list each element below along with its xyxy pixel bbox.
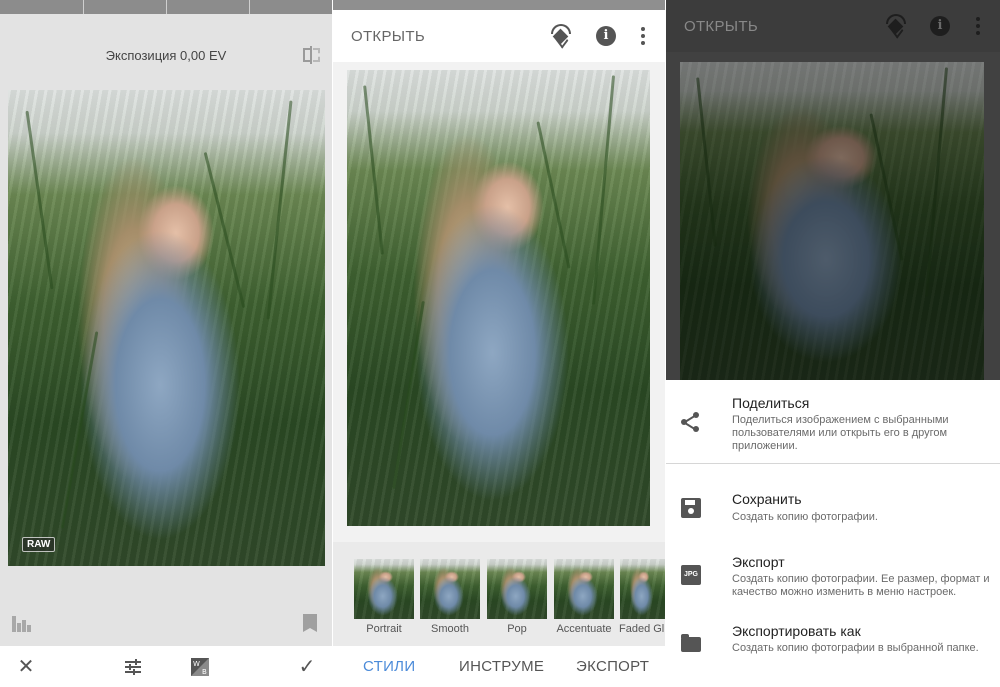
compare-icon[interactable] <box>301 46 321 64</box>
export-option[interactable]: JPG Экспорт Создать копию фотографии. Ее… <box>666 543 1000 603</box>
style-label: Smooth <box>431 623 469 635</box>
tab-styles[interactable]: СТИЛИ <box>363 658 415 675</box>
slider-tick <box>83 0 84 14</box>
export-description: Создать копию фотографии. Ее размер, фор… <box>732 573 990 598</box>
photo-preview[interactable]: RAW <box>8 90 325 566</box>
share-title: Поделиться <box>732 395 810 411</box>
save-title: Сохранить <box>732 491 802 507</box>
style-label: Pop <box>507 623 527 635</box>
divider <box>666 463 1000 464</box>
share-icon <box>681 412 701 432</box>
more-menu-icon[interactable] <box>631 24 655 48</box>
photo-canvas-dimmed <box>666 52 1000 380</box>
export-as-title: Экспортировать как <box>732 623 861 639</box>
open-button[interactable]: ОТКРЫТЬ <box>351 28 425 45</box>
photo-canvas <box>333 62 665 542</box>
app-header: ОТКРЫТЬ i <box>333 10 665 62</box>
status-bar <box>333 0 665 10</box>
save-description: Создать копию фотографии. <box>732 511 878 523</box>
style-thumb-accentuate[interactable] <box>554 559 614 619</box>
scrim-overlay[interactable] <box>680 62 984 380</box>
white-balance-icon[interactable]: W B <box>189 656 211 678</box>
tab-export[interactable]: ЭКСПОРТ <box>576 658 649 675</box>
exposure-value-label: Экспозиция 0,00 EV <box>105 48 227 63</box>
raw-badge: RAW <box>22 537 56 552</box>
info-icon[interactable]: i <box>928 14 952 38</box>
editor-panel: Экспозиция 0,00 EV RAW ✕ W B ✓ <box>0 0 332 687</box>
open-button[interactable]: ОТКРЫТЬ <box>684 18 758 35</box>
more-menu-icon[interactable] <box>966 14 990 38</box>
style-thumb-pop[interactable] <box>487 559 547 619</box>
cancel-icon[interactable]: ✕ <box>15 656 37 678</box>
bottom-tabs: СТИЛИ ИНСТРУМЕ ЭКСПОРТ <box>333 646 665 687</box>
looks-layers-icon[interactable] <box>884 14 908 39</box>
svg-text:B: B <box>202 668 207 676</box>
apply-check-icon[interactable]: ✓ <box>296 656 318 678</box>
main-panel: ОТКРЫТЬ i Portrait Smooth Pop Accentuate… <box>333 0 665 687</box>
photo-preview <box>680 62 984 380</box>
histogram-icon[interactable] <box>12 616 34 632</box>
style-label: Portrait <box>366 623 402 635</box>
adjust-sliders-icon[interactable] <box>122 656 144 678</box>
style-label: Faded Gl <box>619 623 665 635</box>
app-header-dimmed: ОТКРЫТЬ i <box>666 0 1000 52</box>
tool-slider-bar[interactable] <box>0 0 332 14</box>
export-title: Экспорт <box>732 554 785 570</box>
svg-text:W: W <box>193 660 200 668</box>
photo-preview[interactable] <box>347 70 650 526</box>
share-option[interactable]: Поделиться Поделиться изображением с выб… <box>666 380 1000 464</box>
info-icon[interactable]: i <box>594 24 618 48</box>
export-as-description: Создать копию фотографии в выбранной пап… <box>732 642 979 654</box>
bookmark-icon[interactable] <box>303 614 317 632</box>
export-as-option[interactable]: Экспортировать как Создать копию фотогра… <box>666 612 1000 672</box>
jpg-icon: JPG <box>681 565 701 585</box>
style-thumb-portrait[interactable] <box>354 559 414 619</box>
export-bottom-sheet: Поделиться Поделиться изображением с выб… <box>666 380 1000 687</box>
export-panel: ОТКРЫТЬ i Поделиться Поделиться изображе… <box>666 0 1000 687</box>
editor-bottom-bar: ✕ W B ✓ <box>0 646 332 687</box>
slider-tick <box>249 0 250 14</box>
style-label: Accentuate <box>556 623 612 635</box>
style-thumb-faded-glow[interactable] <box>620 559 665 619</box>
style-thumb-smooth[interactable] <box>420 559 480 619</box>
save-icon <box>681 498 701 518</box>
folder-icon <box>681 634 701 652</box>
tab-tools[interactable]: ИНСТРУМЕ <box>459 658 544 675</box>
share-description: Поделиться изображением с выбранными пол… <box>732 414 949 452</box>
looks-layers-icon[interactable] <box>549 24 573 49</box>
slider-tick <box>166 0 167 14</box>
styles-strip[interactable]: Portrait Smooth Pop Accentuate Faded Gl <box>333 542 665 646</box>
save-option[interactable]: Сохранить Создать копию фотографии. <box>666 480 1000 530</box>
